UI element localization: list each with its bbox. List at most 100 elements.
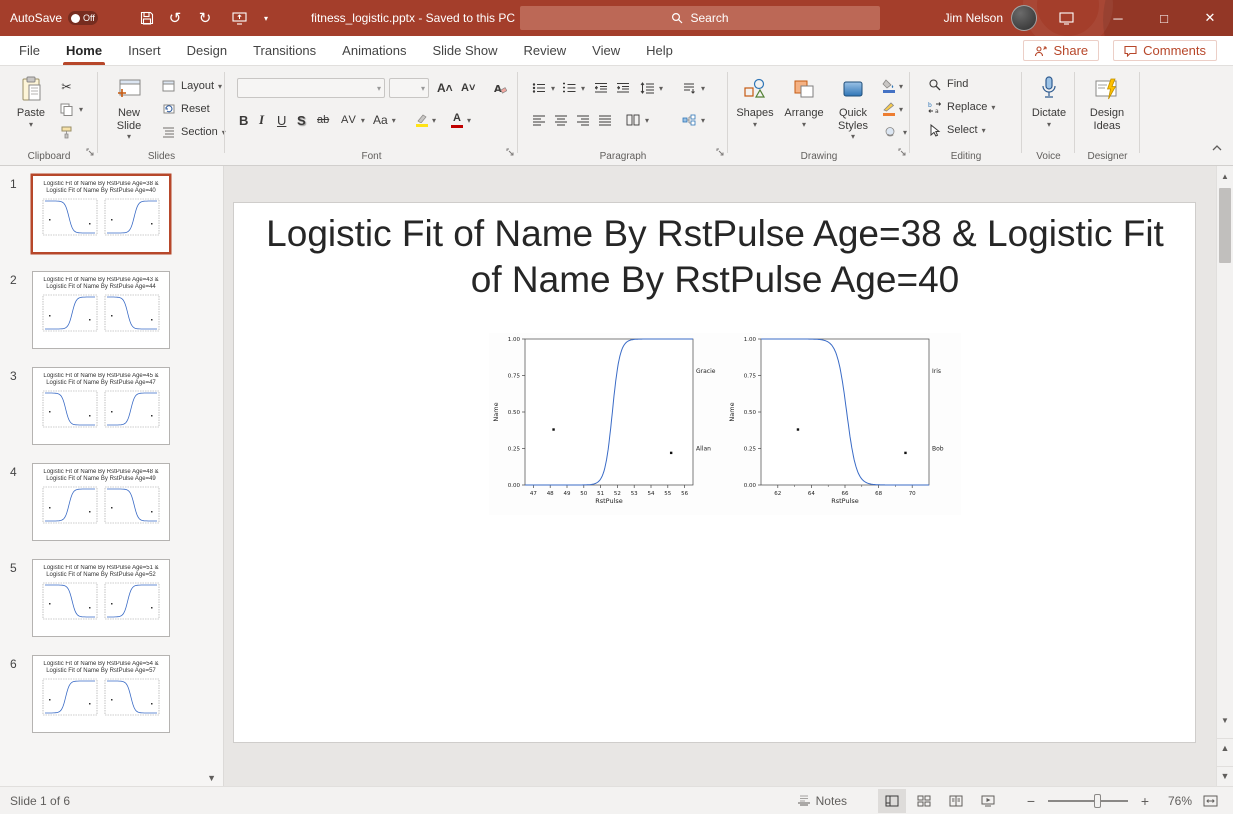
account-name[interactable]: Jim Nelson [944, 0, 1003, 36]
clear-formatting-button[interactable]: A [489, 78, 510, 98]
slide-thumbnail-preview[interactable]: Logistic Fit of Name By RstPulse Age=45 … [32, 367, 170, 445]
zoom-slider[interactable] [1048, 800, 1128, 802]
slide-thumbnail-preview[interactable]: Logistic Fit of Name By RstPulse Age=54 … [32, 655, 170, 733]
slide-thumbnail[interactable]: 5 Logistic Fit of Name By RstPulse Age=5… [0, 550, 223, 646]
slide-thumbnail[interactable]: 4 Logistic Fit of Name By RstPulse Age=4… [0, 454, 223, 550]
dictate-button[interactable]: Dictate ▾ [1026, 72, 1072, 129]
zoom-slider-thumb[interactable] [1094, 794, 1101, 808]
convert-to-smartart-button[interactable]: ▾ [678, 110, 707, 130]
font-color-button[interactable]: A ▾ [449, 110, 473, 130]
quick-access-menu-button[interactable]: ▾ [256, 0, 276, 36]
menu-tab[interactable]: Help [633, 36, 686, 65]
thumbnail-scroll-down-button[interactable]: ▼ [207, 773, 216, 783]
slide-thumbnail[interactable]: 2 Logistic Fit of Name By RstPulse Age=4… [0, 262, 223, 358]
align-center-button[interactable] [550, 110, 571, 130]
find-button[interactable]: Find [924, 74, 970, 94]
shape-fill-button[interactable]: ▾ [880, 76, 905, 96]
menu-tab[interactable]: Slide Show [419, 36, 510, 65]
user-avatar[interactable] [1011, 0, 1037, 36]
select-button[interactable]: Select ▾ [924, 120, 988, 140]
scroll-down-button[interactable]: ▼ [1217, 712, 1233, 728]
align-left-button[interactable] [528, 110, 549, 130]
scrollbar-thumb[interactable] [1219, 188, 1231, 263]
menu-tab[interactable]: Design [174, 36, 240, 65]
slide-sorter-button[interactable] [910, 789, 938, 813]
autosave-toggle[interactable]: AutoSave Off [10, 0, 98, 36]
line-spacing-button[interactable]: ▾ [636, 78, 665, 98]
previous-slide-button[interactable]: ▲ [1217, 738, 1233, 756]
undo-button[interactable]: ↺ [162, 0, 188, 36]
decrease-indent-button[interactable] [590, 78, 611, 98]
quick-styles-button[interactable]: Quick Styles ▾ [830, 72, 876, 141]
text-highlight-button[interactable]: ▾ [413, 110, 438, 130]
text-direction-button[interactable]: ▾ [678, 78, 707, 98]
slide-thumbnail[interactable]: 1 Logistic Fit of Name By RstPulse Age=3… [0, 166, 223, 262]
share-button[interactable]: Share [1023, 40, 1099, 61]
shapes-button[interactable]: Shapes ▾ [732, 72, 778, 129]
increase-font-size-button[interactable]: A˄ [435, 78, 455, 98]
italic-button[interactable]: I [257, 110, 266, 130]
close-button[interactable]: ✕ [1187, 0, 1233, 36]
menu-tab[interactable]: Transitions [240, 36, 329, 65]
slide-thumbnail-preview[interactable]: Logistic Fit of Name By RstPulse Age=51 … [32, 559, 170, 637]
display-settings-button[interactable] [1051, 0, 1081, 36]
cut-button[interactable]: ✂ [56, 76, 77, 96]
align-right-button[interactable] [572, 110, 593, 130]
copy-button[interactable]: ▾ [56, 99, 85, 119]
next-slide-button[interactable]: ▼ [1217, 766, 1233, 784]
slide-thumbnail-preview[interactable]: Logistic Fit of Name By RstPulse Age=43 … [32, 271, 170, 349]
slide-editor[interactable]: Logistic Fit of Name By RstPulse Age=38 … [233, 202, 1196, 743]
design-ideas-button[interactable]: Design Ideas [1084, 72, 1130, 132]
slide-title[interactable]: Logistic Fit of Name By RstPulse Age=38 … [255, 211, 1175, 304]
strikethrough-button[interactable]: ab [315, 110, 331, 130]
zoom-level[interactable]: 76% [1156, 794, 1192, 808]
slide-thumbnail-preview[interactable]: Logistic Fit of Name By RstPulse Age=38 … [32, 175, 170, 253]
replace-button[interactable]: ba Replace ▾ [924, 97, 997, 117]
menu-tab[interactable]: View [579, 36, 633, 65]
menu-tab[interactable]: Insert [115, 36, 174, 65]
slide-figure[interactable]: 0.000.250.500.751.0047484950515253545556… [489, 333, 961, 515]
zoom-in-button[interactable]: + [1138, 789, 1152, 813]
comments-button[interactable]: Comments [1113, 40, 1217, 61]
font-size-combobox[interactable]: ▾ [389, 78, 429, 98]
reset-button[interactable]: Reset [158, 99, 212, 119]
shape-effects-button[interactable]: ▾ [880, 122, 909, 142]
notes-button[interactable]: Notes [790, 789, 854, 813]
slide-thumbnail-preview[interactable]: Logistic Fit of Name By RstPulse Age=48 … [32, 463, 170, 541]
menu-tab[interactable]: Review [511, 36, 580, 65]
increase-indent-button[interactable] [612, 78, 633, 98]
slideshow-button[interactable] [974, 789, 1002, 813]
arrange-button[interactable]: Arrange ▾ [780, 72, 828, 129]
bullets-button[interactable]: ▾ [528, 78, 557, 98]
change-case-button[interactable]: Aa▾ [371, 110, 398, 130]
save-button[interactable] [134, 0, 160, 36]
justify-button[interactable] [594, 110, 615, 130]
character-spacing-button[interactable]: AV▾ [339, 110, 367, 130]
text-shadow-button[interactable]: S [295, 110, 308, 130]
search-input[interactable]: Search [520, 6, 880, 30]
menu-tab[interactable]: Animations [329, 36, 419, 65]
underline-button[interactable]: U [275, 110, 288, 130]
shape-outline-button[interactable]: ▾ [880, 99, 905, 119]
section-button[interactable]: Section▾ [158, 122, 228, 142]
layout-button[interactable]: Layout▾ [158, 76, 224, 96]
zoom-out-button[interactable]: − [1024, 789, 1038, 813]
normal-view-button[interactable] [878, 789, 906, 813]
minimize-button[interactable]: ─ [1095, 0, 1141, 36]
numbering-button[interactable]: ▾ [558, 78, 587, 98]
scroll-up-button[interactable]: ▲ [1217, 168, 1233, 184]
paste-button[interactable]: Paste ▾ [8, 72, 54, 129]
collapse-ribbon-button[interactable] [1211, 139, 1223, 157]
menu-tab[interactable]: File [6, 36, 53, 65]
maximize-button[interactable]: □ [1141, 0, 1187, 36]
columns-button[interactable]: ▾ [622, 110, 651, 130]
font-name-combobox[interactable]: ▾ [237, 78, 385, 98]
fit-slide-button[interactable] [1196, 789, 1225, 813]
start-presentation-button[interactable] [226, 0, 252, 36]
document-title[interactable]: fitness_logistic.pptx - Saved to this PC… [300, 0, 536, 36]
bold-button[interactable]: B [237, 110, 250, 130]
slide-thumbnail[interactable]: 3 Logistic Fit of Name By RstPulse Age=4… [0, 358, 223, 454]
decrease-font-size-button[interactable]: A˅ [459, 78, 477, 98]
menu-tab[interactable]: Home [53, 36, 115, 65]
redo-button[interactable]: ↻ [192, 0, 218, 36]
